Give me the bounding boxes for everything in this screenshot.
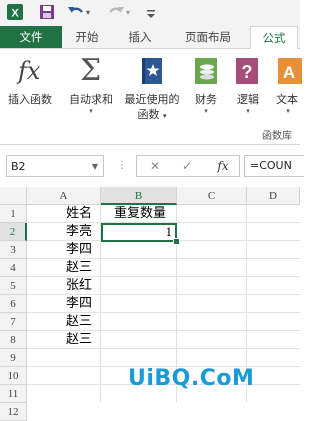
insert-function-button[interactable]: fx 插入函数 xyxy=(2,49,58,129)
financial-label: 财务 xyxy=(195,93,217,106)
row-header-11[interactable]: 11 xyxy=(0,385,27,403)
cell-a5[interactable]: 张红 xyxy=(66,277,92,295)
row-header-8[interactable]: 8 xyxy=(0,331,27,349)
formula-input[interactable]: =COUN xyxy=(244,155,304,177)
logical-dropdown-icon[interactable]: ▾ xyxy=(228,107,268,115)
cell-a1[interactable]: 姓名 xyxy=(66,205,92,223)
quick-access-toolbar: X ▾ ▾ xyxy=(0,0,300,26)
active-cell-border xyxy=(101,223,177,242)
logical-button[interactable]: ? 逻辑 ▾ xyxy=(228,49,268,129)
cell-b1[interactable]: 重复数量 xyxy=(114,205,166,223)
tab-page-layout[interactable]: 页面布局 xyxy=(170,26,246,48)
redo-icon[interactable] xyxy=(106,3,126,25)
cell-a8[interactable]: 赵三 xyxy=(66,331,92,349)
text-label: 文本 xyxy=(276,93,298,106)
row-header-9[interactable]: 9 xyxy=(0,349,27,367)
financial-dropdown-icon[interactable]: ▾ xyxy=(186,107,226,115)
tab-formulas[interactable]: 公式 xyxy=(250,26,298,50)
cell-a6[interactable]: 李四 xyxy=(66,295,92,313)
row-header-12[interactable]: 12 xyxy=(0,403,27,421)
formula-bar: B2 ▼ ⋮ ✕ ✓ fx =COUN xyxy=(0,145,304,187)
cell-a3[interactable]: 李四 xyxy=(66,241,92,259)
column-header-d[interactable]: D xyxy=(247,187,300,205)
row-header-4[interactable]: 4 xyxy=(0,259,27,277)
insert-function-fx-icon[interactable]: fx xyxy=(209,156,237,176)
cell-a7[interactable]: 赵三 xyxy=(66,313,92,331)
recently-used-label: 最近使用的 xyxy=(124,93,180,106)
svg-text:?: ? xyxy=(242,62,253,82)
name-box-value: B2 xyxy=(11,160,26,173)
svg-text:A: A xyxy=(283,63,295,82)
undo-icon[interactable] xyxy=(66,3,86,25)
customize-icon[interactable] xyxy=(146,5,156,24)
row-header-3[interactable]: 3 xyxy=(0,241,27,259)
row-header-6[interactable]: 6 xyxy=(0,295,27,313)
formula-buttons: ✕ ✓ fx xyxy=(136,155,240,177)
insert-function-label: 插入函数 xyxy=(8,93,52,106)
cell-a2[interactable]: 李亮 xyxy=(66,223,92,241)
row-header-7[interactable]: 7 xyxy=(0,313,27,331)
tab-file[interactable]: 文件 xyxy=(0,26,62,48)
tab-insert[interactable]: 插入 xyxy=(118,26,162,48)
recently-used-button[interactable]: 最近使用的 函数 ▾ xyxy=(120,49,184,129)
logical-label: 逻辑 xyxy=(237,93,259,106)
enter-icon[interactable]: ✓ xyxy=(173,156,201,176)
text-dropdown-icon[interactable]: ▾ xyxy=(270,107,306,115)
name-box-dropdown-icon[interactable]: ▼ xyxy=(92,156,98,178)
function-library-group-label: 函数库 xyxy=(262,131,292,142)
row-header-5[interactable]: 5 xyxy=(0,277,27,295)
cancel-icon[interactable]: ✕ xyxy=(141,156,169,176)
text-icon: A xyxy=(277,57,303,88)
column-header-a[interactable]: A xyxy=(27,187,101,205)
watermark-logo: UiBQ.CoM xyxy=(128,366,255,391)
row-header-10[interactable]: 10 xyxy=(0,367,27,385)
financial-button[interactable]: 财务 ▾ xyxy=(186,49,226,129)
recently-used-label-2: 函数 ▾ xyxy=(137,108,167,121)
formula-bar-grip-icon[interactable]: ⋮ xyxy=(117,157,127,175)
ribbon-formulas: fx 插入函数 Σ 自动求和 ▾ 最近使用的 函数 ▾ 财务 ▾ ? 逻辑 ▾ … xyxy=(0,49,302,145)
text-button[interactable]: A 文本 ▾ xyxy=(270,49,306,129)
financial-icon xyxy=(194,57,220,88)
redo-dropdown-icon[interactable]: ▾ xyxy=(126,8,130,17)
autosum-button[interactable]: Σ 自动求和 ▾ xyxy=(62,49,120,129)
star-book-icon xyxy=(140,57,164,88)
cell-a4[interactable]: 赵三 xyxy=(66,259,92,277)
excel-icon: X xyxy=(6,3,24,25)
column-header-b[interactable]: B xyxy=(101,187,177,205)
select-all-corner[interactable] xyxy=(0,187,27,205)
row-header-2[interactable]: 2 xyxy=(0,223,27,241)
fill-handle[interactable] xyxy=(173,238,180,245)
column-header-c[interactable]: C xyxy=(177,187,247,205)
row-header-1[interactable]: 1 xyxy=(0,205,27,223)
sigma-icon: Σ xyxy=(80,53,102,88)
autosum-label: 自动求和 xyxy=(69,93,113,106)
ribbon-tabs: 文件 开始 插入 页面布局 公式 xyxy=(0,26,300,50)
logical-icon: ? xyxy=(235,57,261,88)
tab-home[interactable]: 开始 xyxy=(66,26,108,48)
undo-dropdown-icon[interactable]: ▾ xyxy=(86,8,90,17)
autosum-dropdown-icon[interactable]: ▾ xyxy=(62,107,120,115)
save-icon[interactable] xyxy=(38,3,56,25)
svg-text:X: X xyxy=(11,8,19,20)
fx-function-icon: fx xyxy=(18,57,41,85)
name-box[interactable]: B2 ▼ xyxy=(6,155,104,177)
